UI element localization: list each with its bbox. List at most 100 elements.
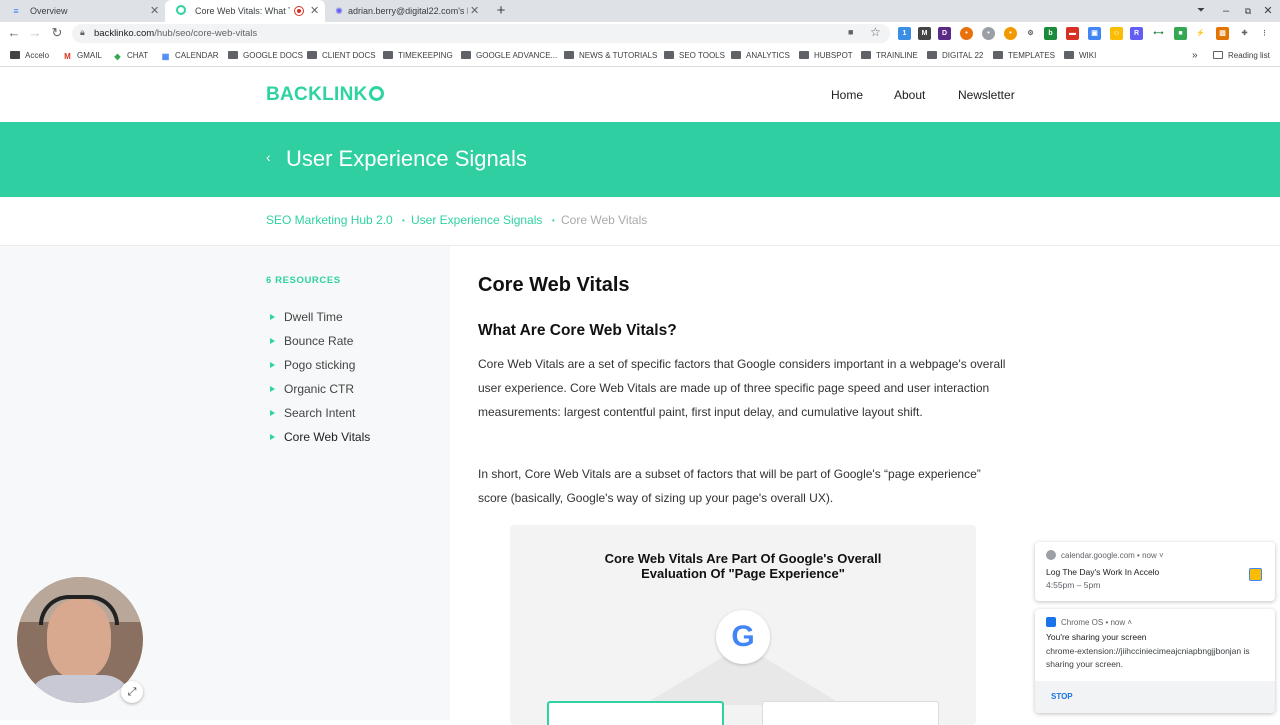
bookmark-folder[interactable]: GOOGLE ADVANCE... [461, 45, 557, 67]
gear-icon[interactable]: ⚙ [1024, 27, 1037, 40]
loom-icon: ✺ [335, 6, 343, 16]
logo-ring-icon [368, 86, 384, 101]
forward-icon[interactable]: → [27, 25, 43, 41]
bookmark-folder[interactable]: TIMEKEEPING [383, 45, 453, 67]
bookmark-folder[interactable]: HUBSPOT [799, 45, 853, 67]
menu-icon[interactable]: ⋮ [1258, 27, 1271, 40]
extension-icon[interactable]: ☺ [1110, 27, 1123, 40]
bookmark-folder[interactable]: WIKI [1064, 45, 1096, 67]
breadcrumb-link[interactable]: SEO Marketing Hub 2.0 [266, 213, 393, 227]
reading-list[interactable]: Reading list [1213, 45, 1270, 67]
calendar-icon [1249, 568, 1262, 581]
omnibox[interactable]: 🔒︎ backlinko.com/hub/seo/core-web-vitals… [72, 24, 890, 43]
extension-icon[interactable]: 1 [898, 27, 911, 40]
close-window-button[interactable]: ✕ [1258, 0, 1278, 22]
breadcrumb-separator: • [552, 216, 555, 225]
extension-icon[interactable]: ■ [1174, 27, 1187, 40]
reload-icon[interactable]: ↻ [49, 25, 65, 41]
extension-icon[interactable]: ▣ [1088, 27, 1101, 40]
extensions-puzzle-icon[interactable]: ✚ [1238, 27, 1251, 40]
bookmark-chat[interactable]: ◆ CHAT [112, 45, 148, 67]
figure-box [547, 701, 724, 725]
extension-icon[interactable]: • [1004, 27, 1017, 40]
breadcrumb-separator: • [402, 216, 405, 225]
address-bar-row: ← → ↻ 🔒︎ backlinko.com/hub/seo/core-web-… [0, 22, 1280, 45]
back-icon[interactable]: ← [6, 25, 22, 41]
close-tab-icon[interactable]: ✕ [310, 0, 319, 22]
extension-icon[interactable]: M [918, 27, 931, 40]
tab-core-web-vitals[interactable]: Core Web Vitals: What They ✕ [165, 0, 325, 22]
extension-icon[interactable]: b [1044, 27, 1057, 40]
sidebar-item-search-intent[interactable]: Search Intent [270, 406, 355, 420]
screen-share-icon [1046, 617, 1056, 627]
bullet-triangle-icon [270, 386, 275, 392]
back-chevron-icon[interactable]: ‹ [266, 149, 271, 165]
sidebar-item-pogo-sticking[interactable]: Pogo sticking [270, 358, 355, 372]
article-subtitle: What Are Core Web Vitals? [478, 322, 677, 339]
bookmark-star-icon[interactable]: ☆ [870, 25, 881, 39]
bookmark-folder[interactable]: DIGITAL 22 [927, 45, 983, 67]
breadcrumb-current: Core Web Vitals [561, 213, 648, 227]
bookmark-calendar[interactable]: ▦ CALENDAR [160, 45, 219, 67]
screen-share-notification[interactable]: Chrome OS • now ˄ You're sharing your sc… [1035, 609, 1275, 713]
close-tab-icon[interactable]: ✕ [470, 0, 479, 22]
sidebar-item-bounce-rate[interactable]: Bounce Rate [270, 334, 353, 348]
tab-label: Overview [30, 6, 68, 16]
new-tab-button[interactable]: + [492, 2, 510, 20]
resources-heading: 6 RESOURCES [266, 275, 341, 286]
paragraph: In short, Core Web Vitals are a subset o… [478, 467, 981, 505]
tab-loom[interactable]: ✺ adrian.berry@digital22.com's Lo ✕ [325, 0, 485, 22]
nav-about[interactable]: About [894, 88, 925, 102]
bookmark-gmail[interactable]: M GMAIL [62, 45, 102, 67]
bullet-triangle-icon [270, 434, 275, 440]
calendar-notification[interactable]: calendar.google.com • now ˅ Log The Day'… [1035, 542, 1275, 601]
bookmark-accelo[interactable]: Accelo [10, 45, 49, 67]
extension-icon[interactable]: ⚡ [1194, 27, 1207, 40]
bookmarks-bar: Accelo M GMAIL ◆ CHAT ▦ CALENDAR GOOGLE DOC… [0, 45, 1280, 67]
hero-title[interactable]: User Experience Signals [286, 146, 527, 172]
bookmark-folder[interactable]: ANALYTICS [731, 45, 790, 67]
restore-button[interactable]: ⧉ [1238, 0, 1258, 22]
close-tab-icon[interactable]: ✕ [150, 0, 159, 22]
extension-icon[interactable]: R [1130, 27, 1143, 40]
extension-icon[interactable]: • [982, 27, 995, 40]
camera-icon[interactable]: ■ [848, 27, 853, 37]
tab-overview[interactable]: ≡ Overview ✕ [0, 0, 165, 22]
extension-icon[interactable]: ▥ [1216, 27, 1229, 40]
notification-detail: sharing your screen. [1046, 659, 1124, 669]
extension-icon[interactable]: D [938, 27, 951, 40]
extension-icon[interactable]: ⟷ [1152, 27, 1165, 40]
bullet-triangle-icon [270, 314, 275, 320]
bullet-triangle-icon [270, 410, 275, 416]
expand-icon[interactable]: ⤢ [121, 681, 143, 703]
sidebar-item-dwell-time[interactable]: Dwell Time [270, 310, 343, 324]
bookmark-folder[interactable]: TRAINLINE [861, 45, 918, 67]
more-bookmarks-icon[interactable]: » [1192, 45, 1198, 67]
minimize-button[interactable]: – [1216, 0, 1236, 22]
bullet-triangle-icon [270, 362, 275, 368]
tab-search-icon[interactable]: ⏷ [1191, 0, 1211, 22]
bookmark-folder[interactable]: TEMPLATES [993, 45, 1055, 67]
bookmark-folder[interactable]: NEWS & TUTORIALS [564, 45, 657, 67]
bullet-triangle-icon [270, 338, 275, 344]
webcam-shirt [27, 675, 133, 703]
notification-source: calendar.google.com • now ˅ [1061, 551, 1164, 560]
notification-title: Log The Day's Work In Accelo [1046, 567, 1160, 577]
notification-detail: chrome-extension://jiihcciniecimeajcniap… [1046, 646, 1250, 656]
nav-home[interactable]: Home [831, 88, 863, 102]
bookmark-folder[interactable]: GOOGLE DOCS [228, 45, 303, 67]
extension-icon[interactable]: • [960, 27, 973, 40]
bookmark-folder[interactable]: CLIENT DOCS [307, 45, 376, 67]
bookmark-folder[interactable]: SEO TOOLS [664, 45, 725, 67]
sidebar-item-core-web-vitals[interactable]: Core Web Vitals [270, 430, 370, 444]
figure-box [762, 701, 939, 725]
nav-newsletter[interactable]: Newsletter [958, 88, 1015, 102]
hero-banner: ‹ User Experience Signals [0, 122, 1280, 197]
extension-icon[interactable]: ▬ [1066, 27, 1079, 40]
article-figure[interactable]: Core Web Vitals Are Part Of Google's Ove… [510, 525, 976, 725]
tab-strip: ≡ Overview ✕ Core Web Vitals: What They … [0, 0, 1280, 22]
backlinko-logo[interactable]: BACKLINK [266, 84, 384, 106]
breadcrumb-link[interactable]: User Experience Signals [411, 213, 542, 227]
stop-sharing-button[interactable]: STOP [1051, 692, 1073, 701]
sidebar-item-organic-ctr[interactable]: Organic CTR [270, 382, 354, 396]
